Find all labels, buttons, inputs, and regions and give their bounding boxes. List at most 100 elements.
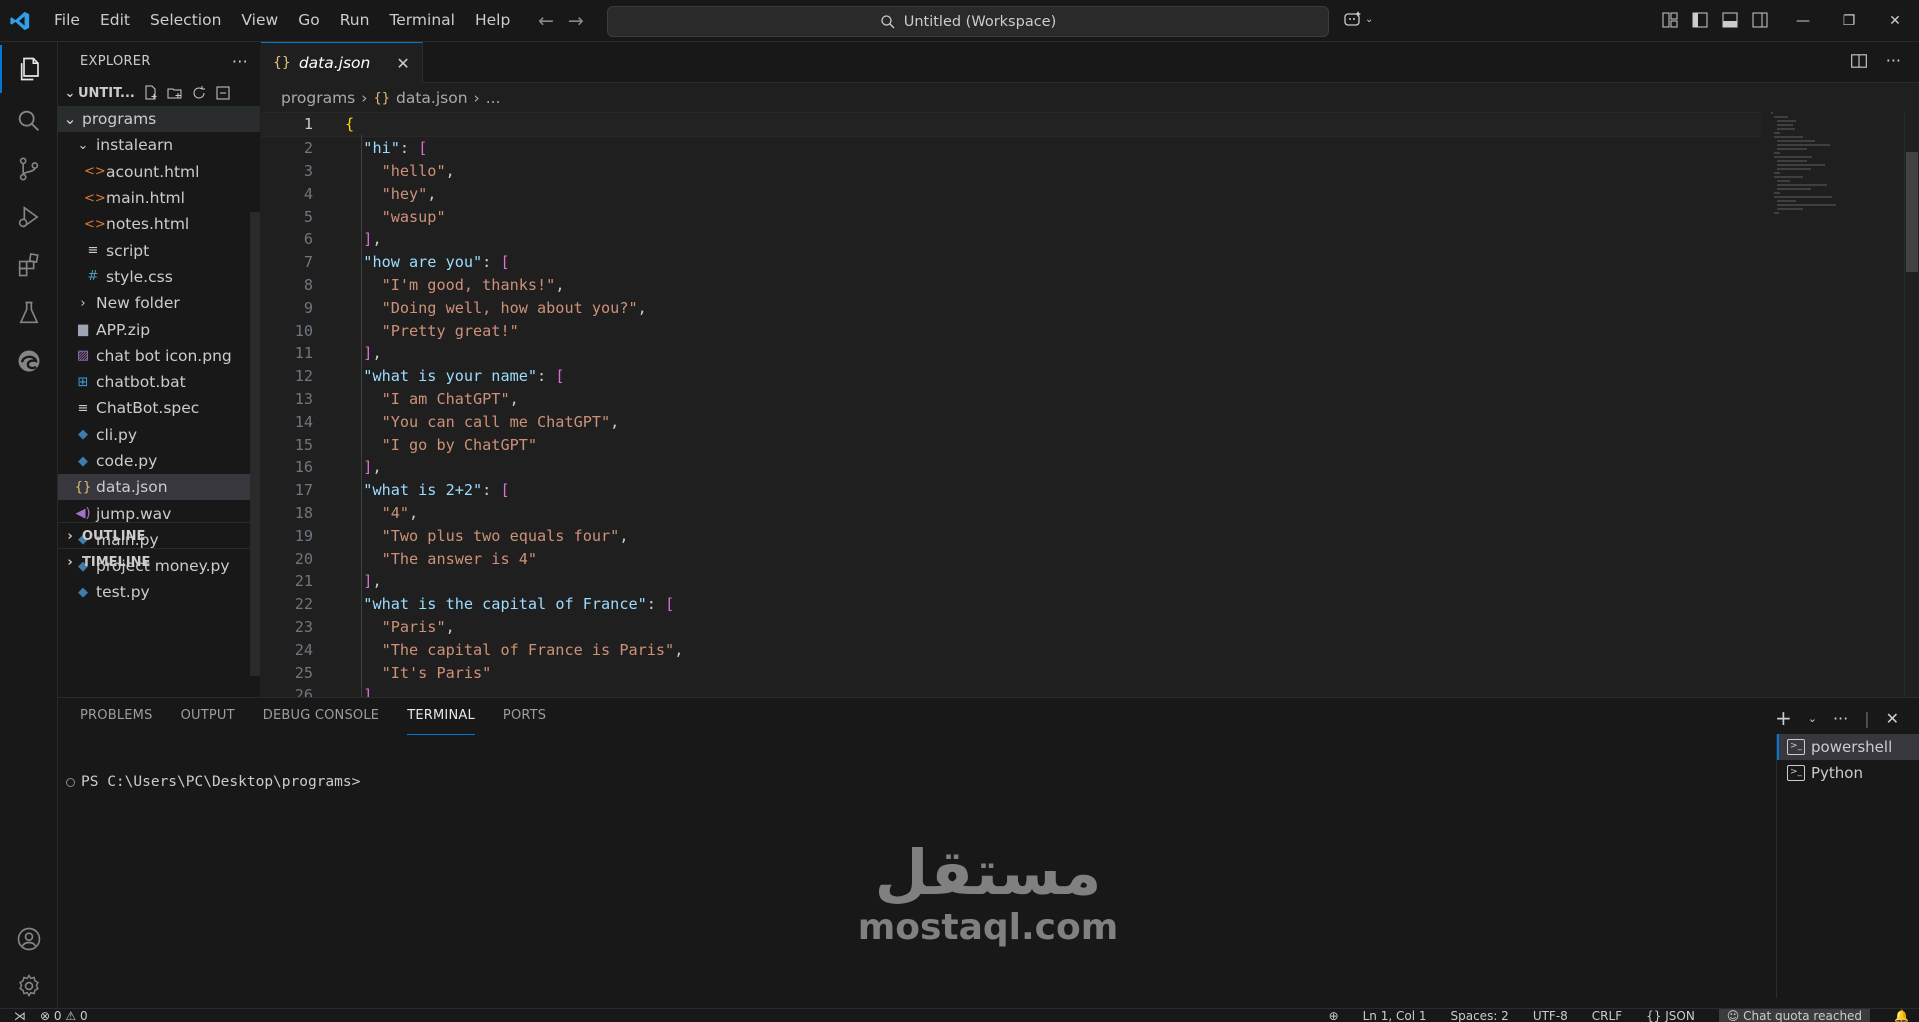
new-folder-icon[interactable] bbox=[167, 85, 183, 101]
close-panel-icon[interactable]: ✕ bbox=[1886, 709, 1899, 728]
panel-tab-output[interactable]: OUTPUT bbox=[181, 698, 235, 734]
menu-item-help[interactable]: Help bbox=[465, 0, 520, 41]
breadcrumb-file[interactable]: data.json bbox=[396, 89, 468, 107]
tree-item-acount-html[interactable]: <> acount.html bbox=[58, 159, 260, 185]
breadcrumb-folder[interactable]: programs bbox=[281, 89, 355, 107]
line-number: 26 bbox=[294, 686, 313, 697]
testing-flask-icon[interactable] bbox=[0, 289, 57, 337]
end-of-line[interactable]: CRLF bbox=[1592, 1009, 1622, 1022]
menu-item-selection[interactable]: Selection bbox=[140, 0, 231, 41]
run-debug-icon[interactable] bbox=[0, 193, 57, 241]
toggle-secondary-sidebar-icon[interactable] bbox=[1750, 10, 1770, 30]
terminal-item-powershell[interactable]: >_ powershell bbox=[1777, 734, 1919, 760]
chat-quota-status[interactable]: ☺ Chat quota reached bbox=[1718, 1009, 1871, 1022]
minimize-icon[interactable]: — bbox=[1780, 0, 1826, 41]
toggle-panel-icon[interactable] bbox=[1720, 10, 1740, 30]
tree-item-cli-py[interactable]: ◆ cli.py bbox=[58, 422, 260, 448]
cursor-position[interactable]: Ln 1, Col 1 bbox=[1363, 1009, 1427, 1022]
breadcrumb-symbol[interactable]: ... bbox=[486, 89, 501, 107]
chevron-down-icon[interactable]: ⌄ bbox=[1808, 712, 1817, 725]
terminal-item-python[interactable]: >_ Python bbox=[1777, 760, 1919, 786]
menu-item-run[interactable]: Run bbox=[330, 0, 380, 41]
panel-tab-ports[interactable]: PORTS bbox=[503, 698, 546, 734]
tree-item-script[interactable]: ≡ script bbox=[58, 237, 260, 263]
command-center-search[interactable]: Untitled (Workspace) bbox=[607, 6, 1329, 37]
code-line: 25 "It's Paris" bbox=[261, 661, 1761, 684]
line-content: "The answer is 4" bbox=[381, 549, 538, 568]
scrollbar-thumb[interactable] bbox=[1906, 152, 1918, 272]
terminal-list: >_ powershell >_ Python bbox=[1776, 734, 1919, 998]
code-editor[interactable]: 1{2 "hi": [3 "hello", 4 "hey", 5 "wasup" 6 … bbox=[261, 112, 1761, 697]
tab-data-json[interactable]: {} data.json ✕ bbox=[261, 42, 423, 83]
extensions-icon[interactable] bbox=[0, 241, 57, 289]
back-arrow-icon[interactable]: ← bbox=[538, 10, 554, 32]
more-actions-icon[interactable]: ··· bbox=[1833, 709, 1848, 728]
indentation[interactable]: Spaces: 2 bbox=[1451, 1009, 1509, 1022]
remote-icon[interactable]: ⋊ bbox=[14, 1009, 26, 1022]
timeline-section[interactable]: › TIMELINE bbox=[58, 548, 260, 575]
line-number: 19 bbox=[294, 526, 313, 545]
tree-item-main-html[interactable]: <> main.html bbox=[58, 185, 260, 211]
tab-label: data.json bbox=[298, 54, 371, 72]
settings-gear-icon[interactable] bbox=[0, 962, 57, 1010]
menu-item-view[interactable]: View bbox=[231, 0, 288, 41]
collapse-all-icon[interactable] bbox=[215, 85, 231, 101]
new-terminal-icon[interactable]: + bbox=[1775, 706, 1792, 730]
panel-tab-terminal[interactable]: TERMINAL bbox=[407, 698, 475, 735]
menu-item-go[interactable]: Go bbox=[288, 0, 330, 41]
tree-item-notes-html[interactable]: <> notes.html bbox=[58, 211, 260, 237]
status-left: ⋊ ⊗ 0 ⚠ 0 bbox=[14, 1009, 88, 1022]
problems-status[interactable]: ⊗ 0 ⚠ 0 bbox=[40, 1009, 88, 1022]
menu-item-file[interactable]: File bbox=[44, 0, 90, 41]
more-actions-icon[interactable]: ··· bbox=[1886, 52, 1901, 70]
line-number: 12 bbox=[294, 367, 313, 386]
line-number: 15 bbox=[294, 435, 313, 454]
tree-item-chatbot-spec[interactable]: ≡ ChatBot.spec bbox=[58, 395, 260, 421]
tree-item-chat-bot-icon-png[interactable]: ▨ chat bot icon.png bbox=[58, 343, 260, 369]
zoom-icon[interactable]: ⊕ bbox=[1329, 1009, 1339, 1022]
close-window-icon[interactable]: ✕ bbox=[1872, 0, 1918, 41]
editor-actions: ··· bbox=[1850, 52, 1901, 70]
tree-item-code-py[interactable]: ◆ code.py bbox=[58, 448, 260, 474]
forward-arrow-icon[interactable]: → bbox=[568, 10, 584, 32]
customize-layout-icon[interactable] bbox=[1660, 10, 1680, 30]
menu-item-terminal[interactable]: Terminal bbox=[379, 0, 465, 41]
accounts-icon[interactable] bbox=[0, 915, 57, 963]
editor-scrollbar[interactable] bbox=[1904, 112, 1919, 697]
tree-item-new-folder[interactable]: › New folder bbox=[58, 290, 260, 316]
menu-item-edit[interactable]: Edit bbox=[90, 0, 140, 41]
line-content: "what is your name": [ bbox=[363, 367, 565, 386]
tree-item-label: jump.wav bbox=[96, 504, 172, 523]
close-icon[interactable]: ✕ bbox=[396, 54, 409, 73]
edge-browser-icon[interactable] bbox=[0, 337, 57, 385]
tree-item-chatbot-bat[interactable]: ⊞ chatbot.bat bbox=[58, 369, 260, 395]
tree-item-style-css[interactable]: # style.css bbox=[58, 264, 260, 290]
notifications-bell-icon[interactable]: 🔔 bbox=[1894, 1009, 1909, 1022]
terminal-output[interactable]: PS C:\Users\PC\Desktop\programs> bbox=[66, 774, 360, 790]
more-actions-icon[interactable]: ··· bbox=[232, 52, 248, 71]
outline-section[interactable]: › OUTLINE bbox=[58, 522, 260, 549]
html-file-icon: <> bbox=[84, 190, 106, 206]
tree-item-test-py[interactable]: ◆ test.py bbox=[58, 579, 260, 605]
language-mode[interactable]: {} JSON bbox=[1646, 1009, 1695, 1022]
source-control-icon[interactable] bbox=[0, 145, 57, 193]
tree-item-instalearn[interactable]: ⌄ instalearn bbox=[58, 132, 260, 158]
minimap[interactable] bbox=[1771, 112, 1851, 252]
search-icon[interactable] bbox=[0, 97, 57, 145]
split-editor-icon[interactable] bbox=[1850, 52, 1868, 70]
copilot-button[interactable]: ⌄ bbox=[1343, 9, 1373, 29]
panel-tab-problems[interactable]: PROBLEMS bbox=[80, 698, 153, 734]
tree-item-data-json[interactable]: {} data.json bbox=[58, 474, 260, 501]
refresh-icon[interactable] bbox=[191, 85, 207, 101]
tree-folder-programs[interactable]: ⌄ programs bbox=[58, 106, 260, 133]
explorer-icon[interactable] bbox=[0, 45, 59, 93]
panel-tab-debug-console[interactable]: DEBUG CONSOLE bbox=[263, 698, 379, 734]
line-number: 20 bbox=[294, 549, 313, 568]
new-file-icon[interactable] bbox=[143, 85, 159, 101]
tree-item-app-zip[interactable]: ▆ APP.zip bbox=[58, 316, 260, 342]
encoding[interactable]: UTF-8 bbox=[1533, 1009, 1568, 1022]
restore-icon[interactable]: ❐ bbox=[1826, 0, 1872, 41]
sidebar-scrollbar[interactable] bbox=[250, 212, 260, 676]
workspace-header[interactable]: ⌄ UNTIT... bbox=[58, 80, 260, 106]
toggle-primary-sidebar-icon[interactable] bbox=[1690, 10, 1710, 30]
